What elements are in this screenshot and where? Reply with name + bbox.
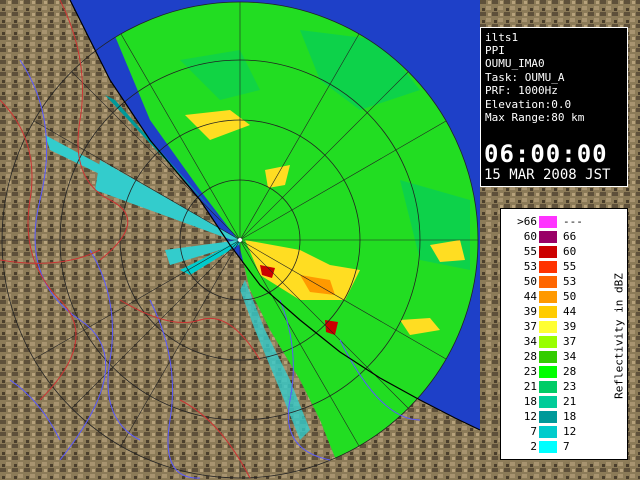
prf-value: PRF: 1000Hz xyxy=(485,84,558,97)
legend-color-swatch xyxy=(539,261,557,273)
legend-row: 23 28 xyxy=(501,365,601,378)
legend-row: 60 66 xyxy=(501,230,601,243)
legend-upper-bound: --- xyxy=(563,215,583,228)
legend-upper-bound: 7 xyxy=(563,440,570,453)
legend-upper-bound: 55 xyxy=(563,260,577,273)
legend-color-swatch xyxy=(539,246,557,258)
legend-color-swatch xyxy=(539,366,557,378)
legend-upper-bound: 39 xyxy=(563,320,577,333)
legend-color-swatch xyxy=(539,396,557,408)
legend-lower-bound: 28 xyxy=(523,350,537,363)
legend-color-swatch xyxy=(539,351,557,363)
legend-row: 7 12 xyxy=(501,425,601,438)
radar-site-marker xyxy=(238,238,242,242)
legend-row: 37 39 xyxy=(501,320,601,333)
legend-upper-bound: 23 xyxy=(563,380,577,393)
legend-lower-bound: 53 xyxy=(523,260,537,273)
legend-row: 55 60 xyxy=(501,245,601,258)
legend-row: 12 18 xyxy=(501,410,601,423)
legend-lower-bound: 18 xyxy=(523,395,537,408)
legend-lower-bound: 37 xyxy=(523,320,537,333)
legend-lower-bound: >66 xyxy=(517,215,537,228)
legend-lower-bound: 7 xyxy=(530,425,537,438)
legend-row: 28 34 xyxy=(501,350,601,363)
legend-upper-bound: 53 xyxy=(563,275,577,288)
legend-row: 18 21 xyxy=(501,395,601,408)
legend-color-swatch xyxy=(539,276,557,288)
legend-color-swatch xyxy=(539,216,557,228)
elevation-value: Elevation:0.0 xyxy=(485,98,572,111)
legend-lower-bound: 23 xyxy=(523,365,537,378)
legend-color-swatch xyxy=(539,411,557,423)
legend-color-swatch xyxy=(539,381,557,393)
legend-row: 50 53 xyxy=(501,275,601,288)
legend-lower-bound: 12 xyxy=(523,410,537,423)
legend-upper-bound: 44 xyxy=(563,305,577,318)
legend-color-swatch xyxy=(539,321,557,333)
legend-lower-bound: 60 xyxy=(523,230,537,243)
legend-upper-bound: 34 xyxy=(563,350,577,363)
legend-color-swatch xyxy=(539,231,557,243)
legend-upper-bound: 21 xyxy=(563,395,577,408)
legend-color-swatch xyxy=(539,426,557,438)
max-range-value: Max Range:80 km xyxy=(485,111,585,124)
legend-lower-bound: 44 xyxy=(523,290,537,303)
legend-color-swatch xyxy=(539,336,557,348)
task-name: Task: OUMU_A xyxy=(485,71,565,84)
legend-upper-bound: 50 xyxy=(563,290,577,303)
station-name: ilts1 xyxy=(485,31,519,44)
legend-lower-bound: 2 xyxy=(530,440,537,453)
legend-row: 53 55 xyxy=(501,260,601,273)
legend-upper-bound: 28 xyxy=(563,365,577,378)
legend-row: 34 37 xyxy=(501,335,601,348)
legend-color-swatch xyxy=(539,291,557,303)
legend-row: >66 --- xyxy=(501,215,601,228)
legend-upper-bound: 60 xyxy=(563,245,577,258)
reflectivity-legend: >66 --- 60 66 55 60 53 55 50 53 44 50 39 44 37 39 34 37 28… xyxy=(500,208,628,460)
legend-upper-bound: 66 xyxy=(563,230,577,243)
legend-row: 44 50 xyxy=(501,290,601,303)
legend-row: 39 44 xyxy=(501,305,601,318)
legend-upper-bound: 18 xyxy=(563,410,577,423)
legend-upper-bound: 12 xyxy=(563,425,577,438)
legend-color-swatch xyxy=(539,306,557,318)
legend-upper-bound: 37 xyxy=(563,335,577,348)
legend-lower-bound: 55 xyxy=(523,245,537,258)
legend-row: 21 23 xyxy=(501,380,601,393)
legend-lower-bound: 39 xyxy=(523,305,537,318)
time-readout: 06:00:00 xyxy=(484,140,608,168)
legend-lower-bound: 21 xyxy=(523,380,537,393)
legend-color-swatch xyxy=(539,441,557,453)
info-panel: ilts1 PPI OUMU_IMA0 Task: OUMU_A PRF: 10… xyxy=(480,27,628,187)
product-type: PPI xyxy=(485,44,505,57)
legend-lower-bound: 50 xyxy=(523,275,537,288)
date-readout: 15 MAR 2008 JST xyxy=(484,167,611,183)
legend-lower-bound: 34 xyxy=(523,335,537,348)
legend-title: Reflectivity in dBZ xyxy=(612,273,626,399)
legend-row: 27 xyxy=(501,440,601,453)
site-code: OUMU_IMA0 xyxy=(485,57,545,70)
